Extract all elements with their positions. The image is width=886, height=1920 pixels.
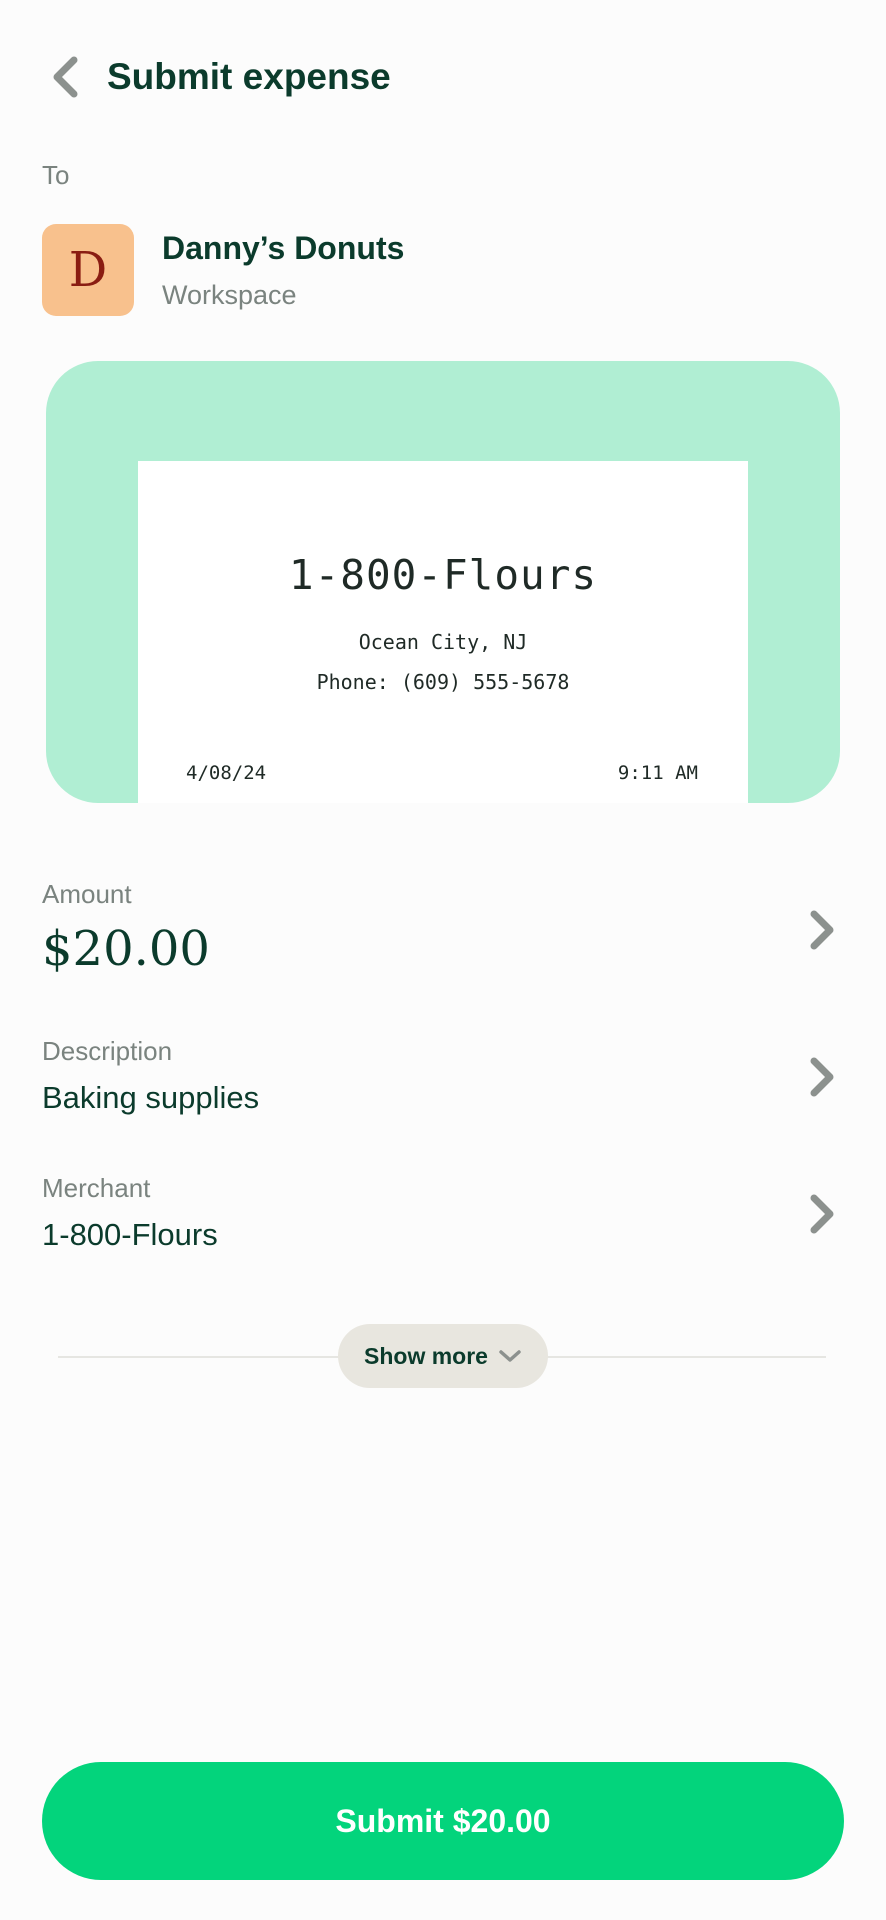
description-value: Baking supplies	[42, 1080, 260, 1115]
amount-value: $20.00	[42, 921, 210, 977]
chevron-right-icon	[802, 1052, 842, 1102]
receipt-phone: Phone: (609) 555-5678	[316, 670, 570, 694]
workspace-avatar: D	[42, 224, 134, 316]
receipt-merchant: 1-800-Flours	[288, 551, 598, 599]
chevron-down-icon	[499, 1350, 521, 1362]
header: Submit expense	[0, 0, 886, 150]
chevron-right-icon	[802, 905, 842, 955]
receipt-city: Ocean City, NJ	[358, 630, 528, 654]
amount-field[interactable]: Amount $20.00	[42, 879, 842, 989]
merchant-value: 1-800-Flours	[42, 1217, 218, 1252]
recipient-row[interactable]: D Danny’s Donuts Workspace	[42, 224, 842, 320]
recipient-type: Workspace	[162, 280, 297, 310]
receipt-date: 4/08/24	[186, 762, 267, 784]
page-title: Submit expense	[107, 56, 391, 97]
show-more-button[interactable]: Show more	[338, 1324, 548, 1388]
receipt-time: 9:11 AM	[617, 762, 698, 784]
amount-label: Amount	[42, 879, 132, 909]
description-field[interactable]: Description Baking supplies	[42, 1036, 842, 1116]
merchant-field[interactable]: Merchant 1-800-Flours	[42, 1173, 842, 1253]
receipt-image: 1-800-Flours Ocean City, NJ Phone: (609)…	[138, 461, 748, 803]
to-label: To	[42, 160, 70, 190]
receipt-preview[interactable]: 1-800-Flours Ocean City, NJ Phone: (609)…	[46, 361, 840, 803]
description-label: Description	[42, 1036, 173, 1066]
recipient-name: Danny’s Donuts	[162, 230, 405, 266]
chevron-right-icon	[802, 1189, 842, 1239]
back-button[interactable]	[40, 52, 90, 102]
submit-button[interactable]: Submit $20.00	[42, 1762, 844, 1880]
submit-label: Submit $20.00	[335, 1802, 551, 1839]
show-more-label: Show more	[364, 1342, 488, 1369]
chevron-left-icon	[53, 56, 78, 98]
merchant-label: Merchant	[42, 1173, 151, 1203]
